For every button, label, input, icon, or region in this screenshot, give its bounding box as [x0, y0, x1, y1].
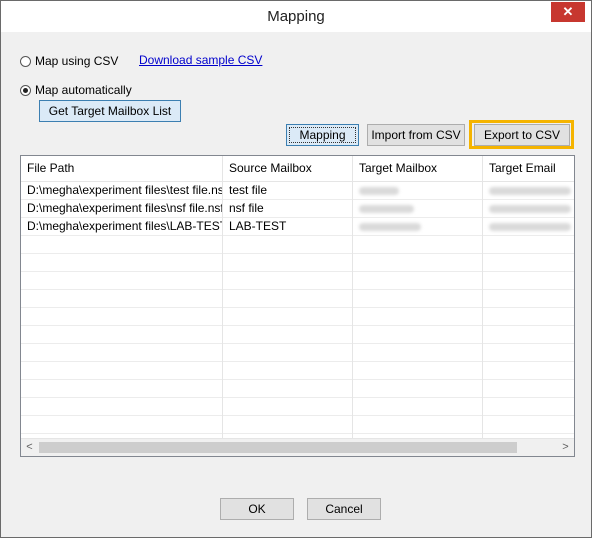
- file-path-cell: D:\megha\experiment files\test file.nsf: [21, 182, 223, 199]
- source-mailbox-cell: test file: [223, 182, 353, 199]
- column-header-source-mailbox[interactable]: Source Mailbox: [223, 156, 353, 181]
- radio-unchecked-icon: [20, 55, 31, 67]
- horizontal-scrollbar[interactable]: < >: [21, 438, 574, 456]
- map-using-csv-label: Map using CSV: [35, 54, 119, 68]
- empty-row: [21, 416, 574, 434]
- empty-row: [21, 326, 574, 344]
- table-row[interactable]: D:\megha\experiment files\test file.nsf …: [21, 182, 574, 200]
- column-header-target-email[interactable]: Target Email: [483, 156, 574, 181]
- close-button[interactable]: ✕: [551, 2, 585, 22]
- scroll-left-icon[interactable]: <: [21, 439, 38, 456]
- empty-row: [21, 362, 574, 380]
- target-email-cell[interactable]: [483, 182, 574, 199]
- file-path-cell: D:\megha\experiment files\LAB-TEST....: [21, 218, 223, 235]
- mapping-dialog: Mapping ✕ Map using CSV Download sample …: [0, 0, 592, 538]
- scroll-right-icon[interactable]: >: [557, 439, 574, 456]
- target-email-cell[interactable]: [483, 200, 574, 217]
- target-email-cell[interactable]: [483, 218, 574, 235]
- file-path-cell: D:\megha\experiment files\nsf file.nsf: [21, 200, 223, 217]
- grid-header: File Path Source Mailbox Target Mailbox …: [21, 156, 574, 182]
- empty-row: [21, 344, 574, 362]
- radio-checked-icon: [20, 84, 31, 96]
- export-highlight: [469, 120, 574, 149]
- mapping-button[interactable]: Mapping: [286, 124, 359, 146]
- map-automatically-radio[interactable]: Map automatically: [20, 83, 132, 97]
- empty-row: [21, 290, 574, 308]
- get-target-mailbox-list-button[interactable]: Get Target Mailbox List: [39, 100, 181, 122]
- close-icon: ✕: [562, 4, 574, 19]
- empty-row: [21, 236, 574, 254]
- cancel-button[interactable]: Cancel: [307, 498, 381, 520]
- empty-row: [21, 308, 574, 326]
- column-header-target-mailbox[interactable]: Target Mailbox: [353, 156, 483, 181]
- source-mailbox-cell: nsf file: [223, 200, 353, 217]
- empty-row: [21, 272, 574, 290]
- dialog-title: Mapping: [267, 8, 325, 25]
- empty-row: [21, 380, 574, 398]
- target-mailbox-cell[interactable]: [353, 218, 483, 235]
- mapping-grid[interactable]: File Path Source Mailbox Target Mailbox …: [20, 155, 575, 457]
- scrollbar-thumb[interactable]: [39, 442, 517, 453]
- table-row[interactable]: D:\megha\experiment files\nsf file.nsf n…: [21, 200, 574, 218]
- target-mailbox-cell[interactable]: [353, 200, 483, 217]
- import-from-csv-button[interactable]: Import from CSV: [367, 124, 465, 146]
- ok-button[interactable]: OK: [220, 498, 294, 520]
- empty-row: [21, 398, 574, 416]
- target-mailbox-cell[interactable]: [353, 182, 483, 199]
- map-using-csv-radio[interactable]: Map using CSV: [20, 54, 118, 68]
- column-header-file-path[interactable]: File Path: [21, 156, 223, 181]
- title-bar: Mapping ✕: [1, 1, 591, 32]
- download-sample-csv-link[interactable]: Download sample CSV: [139, 53, 262, 67]
- table-row[interactable]: D:\megha\experiment files\LAB-TEST.... L…: [21, 218, 574, 236]
- source-mailbox-cell: LAB-TEST: [223, 218, 353, 235]
- map-automatically-label: Map automatically: [35, 83, 132, 97]
- empty-row: [21, 254, 574, 272]
